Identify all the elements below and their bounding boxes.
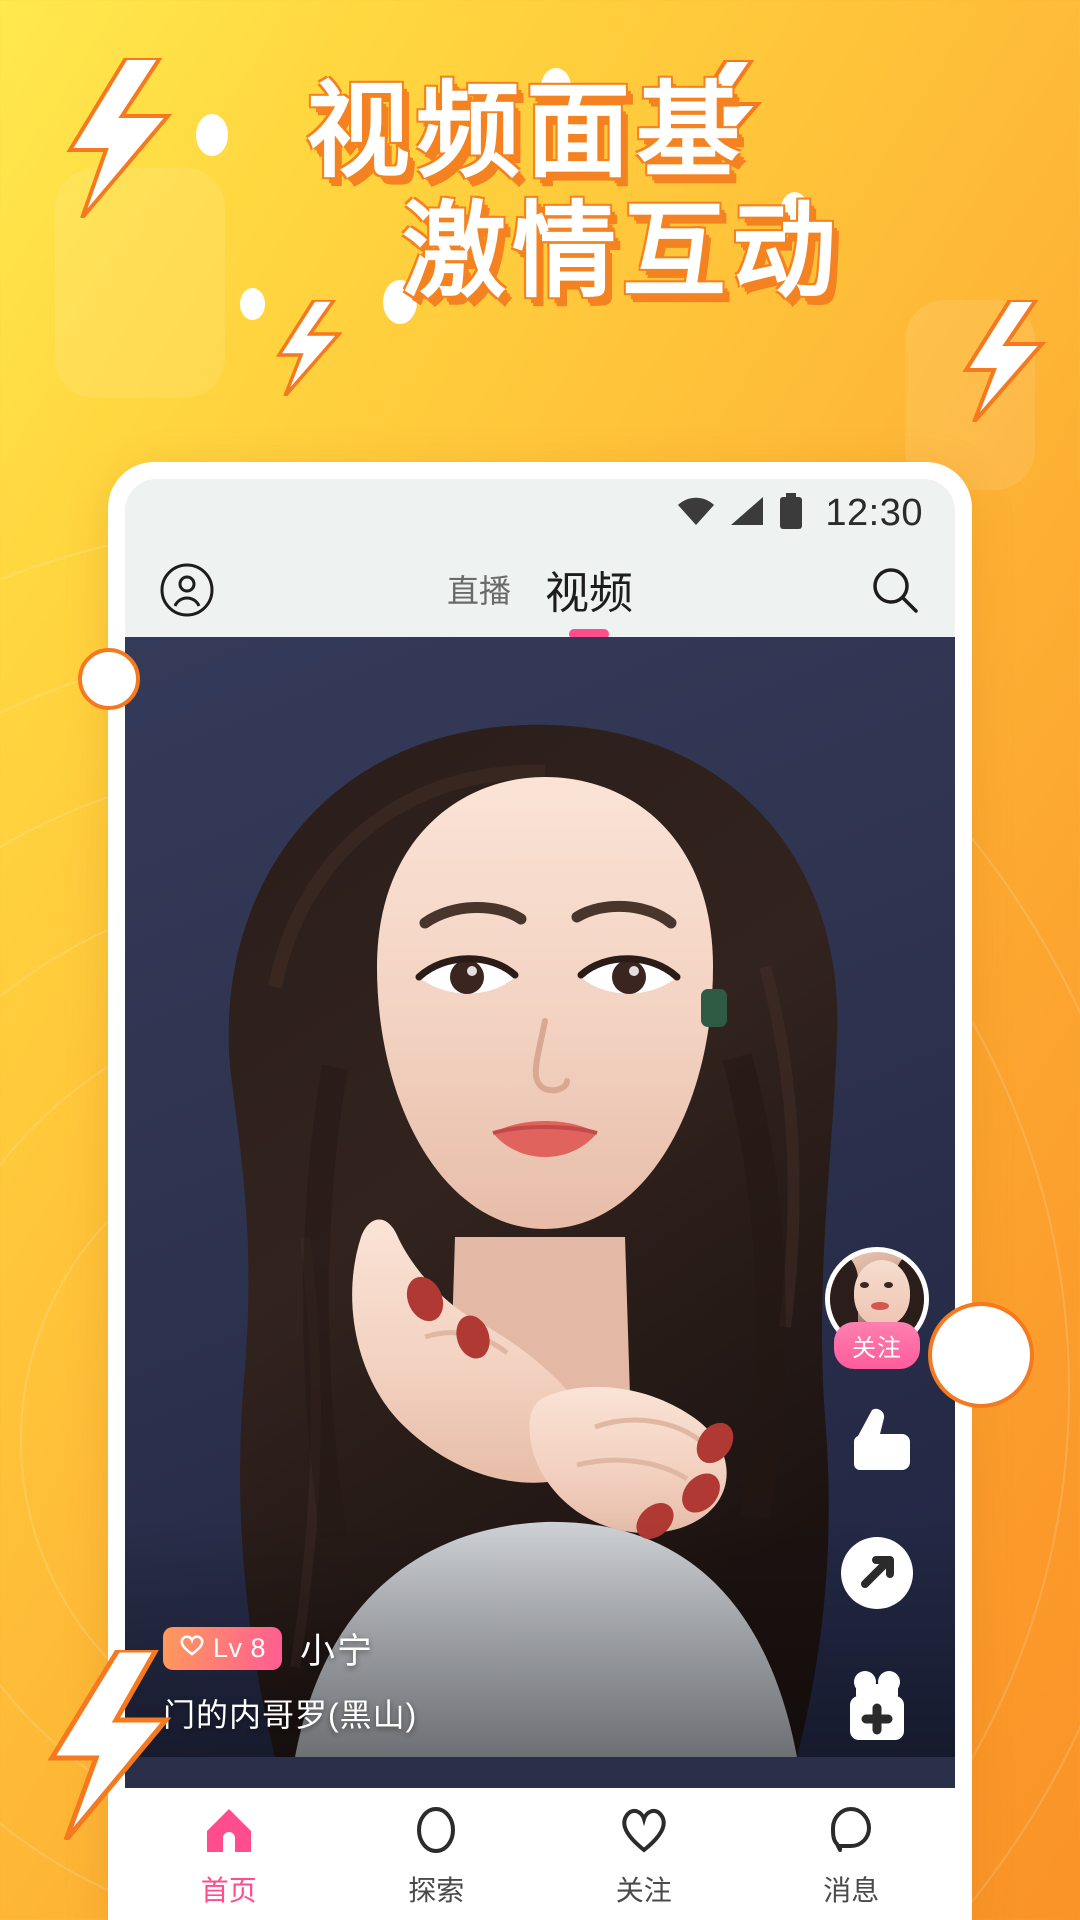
streamer-info-row: Lv 8 小宁	[163, 1623, 417, 1674]
gift-button[interactable]	[837, 1667, 917, 1747]
heart-icon	[179, 1633, 205, 1664]
streamer-username: 小宁	[300, 1632, 375, 1671]
cellular-signal-icon	[729, 495, 765, 532]
tab-live[interactable]: 直播	[447, 566, 511, 618]
compass-icon	[411, 1806, 461, 1859]
top-nav-bar: 直播 视频	[125, 547, 955, 639]
phone-mockup: 12:30 直播 视频 关注 Lv 8 小宁 门的内哥罗(黑山) 首页 探索 关…	[108, 462, 972, 1920]
action-rail: 关注	[825, 1247, 929, 1747]
search-icon[interactable]	[869, 564, 921, 621]
nav-item-follow[interactable]: 关注	[540, 1806, 748, 1909]
content-tabs: 直播 视频	[125, 547, 955, 639]
streamer-location: 门的内哥罗(黑山)	[163, 1697, 418, 1733]
tab-video[interactable]: 视频	[545, 557, 633, 639]
heart-icon	[618, 1806, 670, 1859]
headline-line-2: 激情互动	[401, 190, 842, 313]
lightning-bolt-icon	[276, 300, 342, 396]
wifi-icon	[676, 495, 716, 532]
share-button[interactable]	[837, 1535, 917, 1615]
lightning-bolt-icon	[44, 1650, 174, 1840]
video-player[interactable]: 关注 Lv 8 小宁 门的内哥罗(黑山)	[125, 637, 955, 1788]
nav-label-home: 首页	[200, 1874, 257, 1906]
share-arrow-icon	[838, 1534, 916, 1617]
status-badge: Lv 8	[163, 1627, 283, 1670]
promo-headline: 视频面基 激情互动	[0, 78, 1080, 304]
home-icon	[204, 1806, 254, 1859]
nav-label-follow: 关注	[615, 1874, 672, 1906]
thumbs-up-icon	[838, 1402, 916, 1485]
streamer-info: Lv 8 小宁 门的内哥罗(黑山)	[163, 1623, 417, 1736]
nav-label-messages: 消息	[823, 1874, 880, 1906]
follow-button[interactable]: 关注	[834, 1322, 920, 1369]
battery-icon	[778, 492, 804, 534]
lightning-bolt-icon	[962, 300, 1046, 422]
avatar-face	[854, 1260, 910, 1326]
nav-item-messages[interactable]: 消息	[748, 1806, 956, 1909]
tab-video-label: 视频	[545, 569, 633, 618]
decor-circle-left	[78, 648, 140, 710]
gift-plus-icon	[838, 1666, 916, 1749]
decor-circle-right	[928, 1302, 1034, 1408]
headline-line-1: 视频面基	[305, 70, 746, 192]
streamer-avatar-wrapper[interactable]: 关注	[825, 1247, 929, 1369]
like-button[interactable]	[837, 1403, 917, 1483]
bottom-nav-bar: 首页 探索 关注 消息	[125, 1788, 955, 1920]
message-icon	[826, 1806, 876, 1859]
avatar-eye	[884, 1282, 893, 1288]
avatar-eye	[860, 1282, 869, 1288]
phone-screen: 12:30 直播 视频 关注 Lv 8 小宁 门的内哥罗(黑山) 首页 探索 关…	[125, 479, 955, 1920]
level-label: Lv 8	[213, 1633, 267, 1663]
avatar-lips	[871, 1302, 889, 1310]
nav-label-explore: 探索	[408, 1874, 465, 1906]
nav-item-explore[interactable]: 探索	[333, 1806, 541, 1909]
status-bar: 12:30	[125, 479, 955, 547]
status-bar-time: 12:30	[825, 491, 923, 534]
user-circle-icon[interactable]	[159, 562, 215, 623]
